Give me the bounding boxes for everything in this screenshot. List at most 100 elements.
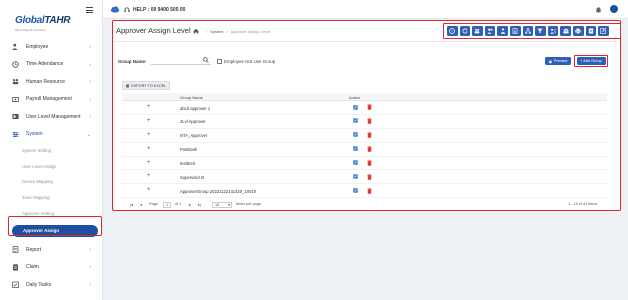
page-title: Approver Assign Level [116, 26, 191, 35]
group-icon [500, 28, 506, 34]
delete-icon[interactable] [367, 104, 372, 110]
edit-icon[interactable] [353, 118, 358, 124]
help-phone: HELP : 09 9400 505 00 [133, 6, 186, 13]
chevron-down-icon: ▾ [228, 203, 230, 207]
hamburger-menu-icon[interactable] [86, 7, 93, 13]
expand-icon[interactable]: + [147, 173, 151, 179]
edit-icon[interactable] [353, 160, 358, 165]
toolbar-user-add-button[interactable] [484, 26, 496, 36]
expand-icon[interactable]: + [147, 187, 151, 193]
toolbar-group-button[interactable] [497, 26, 508, 36]
sidebar-sub-zone-mapping[interactable]: Zone Mapping [0, 190, 103, 206]
toolbar-print-button[interactable] [572, 26, 584, 36]
home-icon[interactable] [193, 28, 199, 34]
table-row: + NTA_Approver [122, 129, 607, 143]
sidebar-item-user-level[interactable]: User Level Management › [0, 108, 103, 126]
sidebar-item-employee[interactable]: Employee › [0, 38, 103, 56]
pager-size-label: items per page [236, 202, 262, 206]
toolbar-user-settings-button[interactable] [547, 26, 559, 36]
bell-icon[interactable] [595, 6, 602, 13]
expand-icon[interactable]: + [147, 104, 151, 110]
employee-not-use-group-checkbox[interactable] [217, 58, 222, 64]
delete-icon[interactable] [367, 187, 372, 194]
delete-icon[interactable] [367, 159, 372, 166]
preview-button[interactable]: ◉ Preview [545, 57, 571, 65]
col-group-name[interactable]: Group Name [180, 95, 203, 100]
edit-icon[interactable] [353, 174, 358, 179]
toolbar-hierarchy-button[interactable] [522, 26, 534, 36]
sidebar-item-payroll[interactable]: Payroll Management › [0, 91, 103, 109]
report-icon [588, 28, 593, 34]
toolbar-export-button[interactable] [598, 26, 609, 36]
expand-icon[interactable]: + [147, 160, 151, 166]
grid-header: Group Name Action [122, 93, 607, 101]
group-name-label: Group Name: [118, 59, 147, 64]
chevron-right-icon: › [89, 96, 91, 103]
delete-icon[interactable] [367, 132, 372, 138]
toolbar-report-button[interactable] [585, 26, 597, 36]
delete-icon[interactable] [367, 173, 372, 180]
chevron-right-icon: › [89, 79, 91, 85]
sliders-icon [12, 131, 19, 137]
pager-first-button[interactable]: |◂ [130, 202, 133, 207]
pager-size-select[interactable]: 15 ▾ [212, 202, 232, 208]
print-icon [575, 28, 581, 34]
chevron-right-icon: › [89, 44, 91, 50]
breadcrumb-current: Approver Assign Level [230, 28, 271, 34]
avatar[interactable] [610, 5, 618, 13]
highlight-box-sidebar [8, 216, 102, 236]
sidebar-item-report[interactable]: Report › [0, 241, 103, 259]
add-group-button[interactable]: + Add Group [576, 57, 606, 65]
toolbar-users-button[interactable] [472, 26, 483, 36]
expand-icon[interactable]: + [147, 118, 151, 124]
delete-icon[interactable] [367, 118, 372, 124]
col-action: Action [349, 94, 361, 100]
pager-prev-button[interactable]: ◂ [140, 202, 142, 207]
pager-summary: 1 - 15 of 41 items [568, 202, 598, 206]
breadcrumb: / System / Approver Assign Level [193, 28, 270, 34]
group-name-input[interactable] [151, 55, 211, 65]
table-row: + PostDark [122, 143, 607, 157]
chevron-right-icon: › [89, 264, 91, 271]
sidebar-sub-system-setting[interactable]: System Setting [0, 143, 103, 159]
edit-icon[interactable] [353, 188, 358, 193]
breadcrumb-system[interactable]: System [210, 29, 223, 34]
edit-icon[interactable] [353, 146, 358, 151]
sidebar-item-daily-tasks[interactable]: Daily Tasks › [0, 276, 103, 294]
sidebar-item-human-resource[interactable]: Human Resource › [0, 73, 103, 91]
cloud-icon[interactable] [110, 6, 120, 13]
export-excel-button[interactable]: ▦ EXPORT TO EXCEL [122, 81, 170, 90]
chevron-right-icon: › [89, 61, 91, 68]
top-header: HELP : 09 9400 505 00 [103, 0, 628, 19]
sidebar-sub-device-mapping[interactable]: Device Mapping [0, 174, 103, 190]
sidebar-item-system[interactable]: System ⌄ [0, 126, 103, 144]
toolbar-refresh-button[interactable] [459, 26, 471, 36]
table-row: +2Lvl Approver [122, 115, 607, 129]
sidebar-item-time-attendance[interactable]: Time Attendance › [0, 56, 103, 74]
toolbar-filter-button[interactable] [535, 26, 546, 36]
edit-icon[interactable] [353, 132, 358, 138]
preview-eye-icon: ◉ [548, 59, 552, 64]
team-icon [562, 28, 569, 34]
sidebar-sub-user-level-assign[interactable]: User Level Assign [0, 159, 103, 175]
logo-tagline: HR & Payroll Solutions [15, 28, 46, 32]
chevron-right-icon: › [89, 114, 91, 120]
chevron-right-icon: › [89, 281, 91, 288]
help-circle-icon: ? [449, 28, 456, 34]
edit-icon[interactable] [353, 104, 358, 110]
pager-last-button[interactable]: ▸| [198, 202, 201, 207]
delete-icon[interactable] [367, 146, 372, 152]
pager-page-input[interactable]: 1 [163, 202, 172, 208]
list-icon [512, 28, 518, 34]
toolbar-help-button[interactable]: ? [447, 26, 458, 36]
pager-next-button[interactable]: ▸ [189, 202, 191, 207]
toolbar-list-button[interactable] [509, 26, 521, 36]
logo-brand: GlobalTAHR [15, 15, 71, 26]
toolbar-team-button[interactable] [560, 26, 571, 36]
expand-icon[interactable]: + [147, 146, 151, 152]
expand-icon[interactable]: + [147, 132, 151, 138]
report-icon [12, 246, 19, 254]
help-line: HELP : 09 9400 505 00 [110, 6, 185, 13]
search-icon[interactable] [203, 57, 209, 63]
sidebar-item-claim[interactable]: Claim › [0, 258, 103, 276]
